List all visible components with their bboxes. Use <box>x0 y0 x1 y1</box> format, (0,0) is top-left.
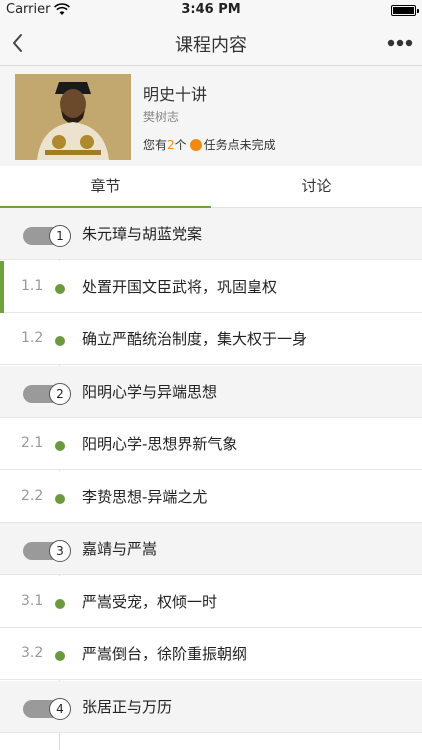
chapter-number: 3 <box>49 540 71 562</box>
clock: 3:46 PM <box>181 2 241 17</box>
section-status-icon <box>51 332 69 350</box>
section-number: 1.2 <box>21 330 44 346</box>
battery-icon <box>391 5 419 16</box>
section-title: 确立严酷统治制度，集大权于一身 <box>82 330 308 348</box>
section-row[interactable]: 3.2 严嵩倒台，徐阶重振朝纲 <box>0 628 422 680</box>
course-title: 明史十讲 <box>143 85 208 104</box>
chapter-row[interactable]: 2 阳明心学与异端思想 <box>0 366 422 418</box>
navigation-bar: 课程内容 <box>0 20 422 66</box>
section-status-icon <box>51 437 69 455</box>
tab-chapters[interactable]: 章节 <box>0 166 211 208</box>
completed-dot-icon <box>55 599 65 609</box>
chapter-row[interactable]: 1 朱元璋与胡蓝党案 <box>0 208 422 260</box>
section-status-icon <box>51 647 69 665</box>
task-count: 2 <box>167 138 175 152</box>
page-title: 课程内容 <box>175 35 247 56</box>
chapter-number: 1 <box>49 225 71 247</box>
task-suffix: 任务点未完成 <box>203 138 276 152</box>
completed-dot-icon <box>55 651 65 661</box>
section-row[interactable]: 1.2 确立严酷统治制度，集大权于一身 <box>0 313 422 365</box>
chapter-title: 阳明心学与异端思想 <box>82 383 218 401</box>
section-row[interactable]: 1.1 处置开国文臣武将，巩固皇权 <box>0 261 422 313</box>
section-title: 李贽思想-异端之尤 <box>82 488 208 506</box>
current-section-indicator <box>0 261 4 313</box>
section-number: 2.1 <box>21 435 44 451</box>
chapter-row[interactable]: 3 嘉靖与严嵩 <box>0 523 422 575</box>
status-bar: Carrier 3:46 PM <box>0 0 422 20</box>
section-title: 严嵩受宠，权倾一时 <box>82 593 218 611</box>
section-status-icon <box>51 280 69 298</box>
task-status: 您有2个 任务点未完成 <box>143 136 276 153</box>
task-prefix: 您有 <box>143 138 168 152</box>
section-number: 1.1 <box>21 278 44 294</box>
chapter-row[interactable]: 4 张居正与万历 <box>0 681 422 733</box>
task-point-icon <box>189 139 202 151</box>
course-cover-image[interactable] <box>15 74 131 160</box>
section-number: 3.1 <box>21 593 44 609</box>
completed-dot-icon <box>55 441 65 451</box>
section-status-icon <box>51 595 69 613</box>
completed-dot-icon <box>55 336 65 346</box>
tab-discussion[interactable]: 讨论 <box>211 166 422 208</box>
chapter-title: 张居正与万历 <box>82 698 173 716</box>
chapter-number: 4 <box>49 698 71 720</box>
chapter-number: 2 <box>49 383 71 405</box>
chapter-title: 朱元璋与胡蓝党案 <box>82 225 203 243</box>
section-number: 3.2 <box>21 645 44 661</box>
completed-dot-icon <box>55 494 65 504</box>
more-dots-icon[interactable] <box>386 32 414 54</box>
section-title: 严嵩倒台，徐阶重振朝纲 <box>82 645 248 663</box>
completed-dot-icon <box>55 284 65 294</box>
tab-bar: 章节 讨论 <box>0 166 422 208</box>
chapter-title: 嘉靖与严嵩 <box>82 540 158 558</box>
section-row[interactable]: 2.1 阳明心学-思想界新气象 <box>0 418 422 470</box>
section-title: 处置开国文臣武将，巩固皇权 <box>82 278 278 296</box>
section-row[interactable]: 3.1 严嵩受宠，权倾一时 <box>0 576 422 628</box>
section-number: 2.2 <box>21 488 44 504</box>
course-teacher: 樊树志 <box>143 110 180 124</box>
section-row[interactable]: 2.2 李贽思想-异端之尤 <box>0 471 422 523</box>
section-status-icon <box>51 490 69 508</box>
section-title: 阳明心学-思想界新气象 <box>82 435 238 453</box>
course-header: 明史十讲 樊树志 您有2个 任务点未完成 <box>0 66 422 166</box>
task-unit: 个 <box>174 138 187 152</box>
chapter-list: 1 朱元璋与胡蓝党案 1.1 处置开国文臣武将，巩固皇权 1.2 确立严酷统治制度，集大权… <box>0 208 422 750</box>
